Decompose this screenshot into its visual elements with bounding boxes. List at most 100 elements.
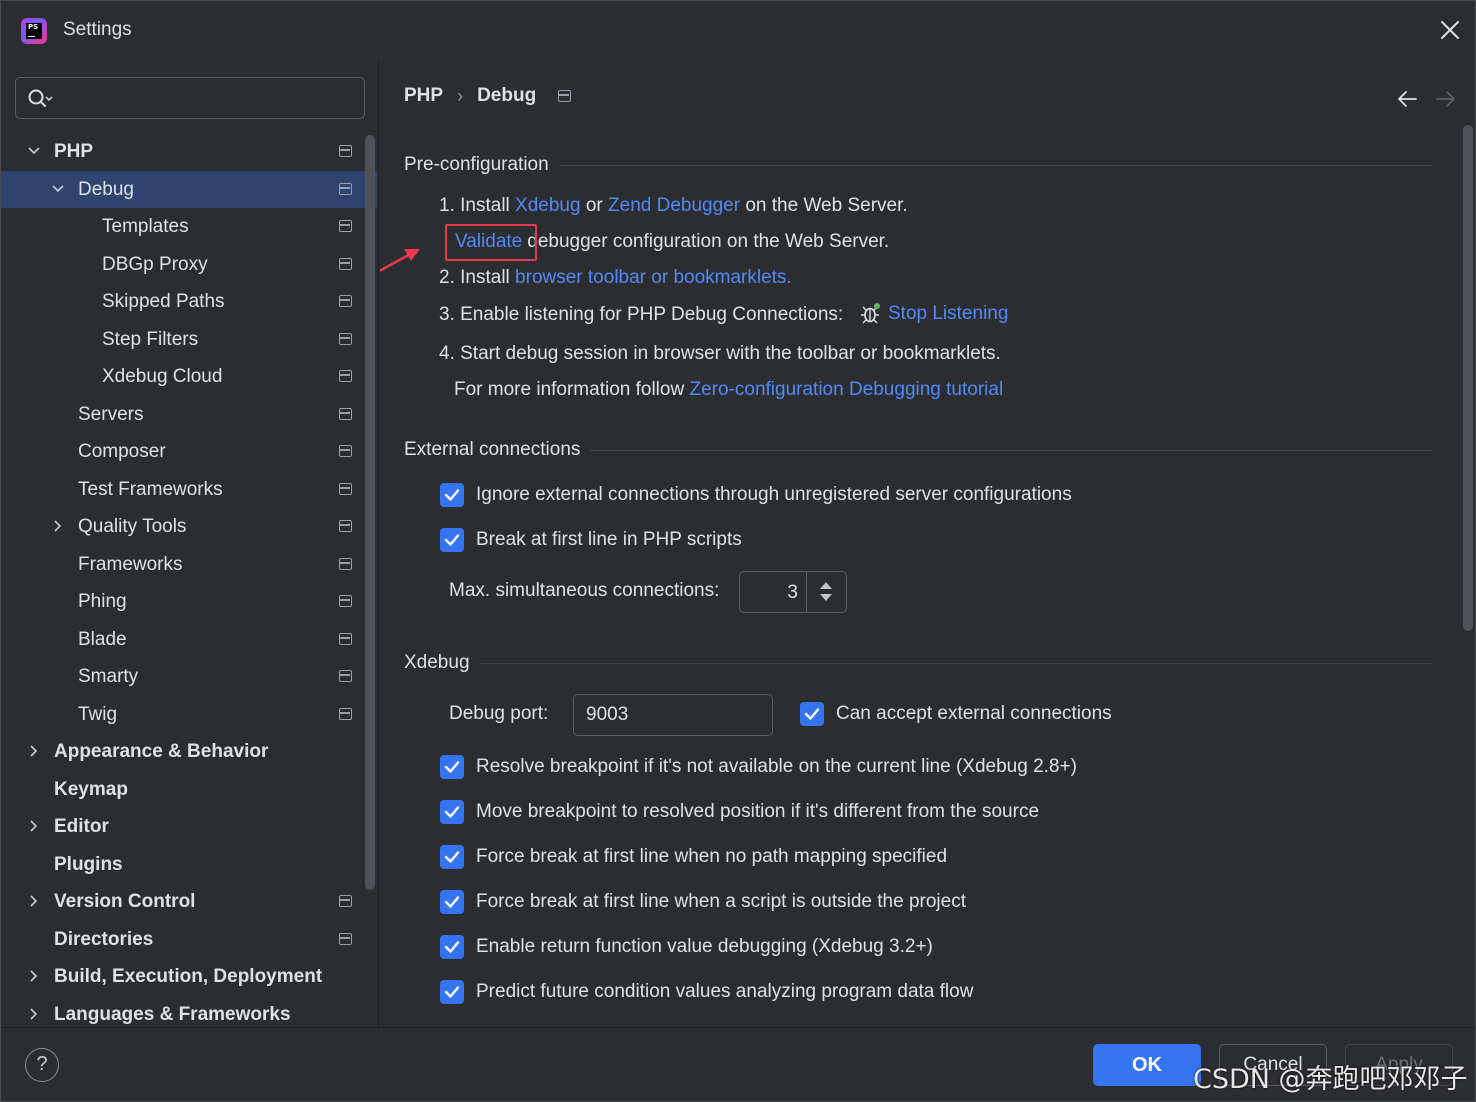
xdebug-option-checkbox[interactable]: Move breakpoint to resolved position if …	[440, 800, 1039, 824]
sidebar-item[interactable]: Phing	[1, 583, 377, 620]
sidebar-item[interactable]: Composer	[1, 433, 377, 470]
checkbox-checked-icon[interactable]	[440, 980, 464, 1004]
sidebar-item[interactable]: Step Filters	[1, 321, 377, 358]
back-arrow-icon[interactable]	[1396, 89, 1418, 109]
checkbox-checked-icon[interactable]	[800, 702, 824, 726]
spinner-down-icon[interactable]	[820, 594, 832, 601]
chevron-right-icon[interactable]	[27, 969, 41, 983]
xdebug-title-text: Xdebug	[404, 652, 470, 673]
project-scope-icon	[339, 558, 352, 570]
search-input[interactable]	[62, 84, 352, 112]
xdebug-link[interactable]: Xdebug	[515, 195, 581, 216]
content-scrollbar[interactable]	[1463, 125, 1473, 631]
checkbox-checked-icon[interactable]	[440, 890, 464, 914]
sidebar-item[interactable]: Appearance & Behavior	[1, 733, 377, 770]
debug-settings-panel: PHP › Debug Pre-configuration 1. Install…	[380, 61, 1475, 1027]
checkbox-checked-icon[interactable]	[440, 800, 464, 824]
sidebar-item-label: DBGp Proxy	[102, 254, 208, 275]
chevron-down-icon[interactable]	[51, 182, 65, 196]
debug-port-field[interactable]	[573, 694, 773, 736]
xdebug-option-checkbox[interactable]: Force break at first line when no path m…	[440, 845, 947, 869]
step1-prefix: 1. Install	[439, 195, 510, 216]
project-scope-icon	[339, 445, 352, 457]
sidebar-item[interactable]: Frameworks	[1, 546, 377, 583]
chevron-right-icon[interactable]	[27, 744, 41, 758]
sidebar-item-label: Debug	[78, 179, 134, 200]
stop-listening-link[interactable]: Stop Listening	[888, 303, 1008, 324]
xdebug-option-checkbox[interactable]: Resolve breakpoint if it's not available…	[440, 755, 1077, 779]
debug-port-input[interactable]	[586, 702, 761, 728]
search-icon	[28, 89, 53, 107]
step3-prefix: 3. Enable listening for PHP Debug Connec…	[439, 304, 844, 325]
chevron-right-icon[interactable]	[51, 519, 65, 533]
preconfig-title-text: Pre-configuration	[404, 154, 549, 175]
project-scope-icon	[339, 633, 352, 645]
sidebar-item[interactable]: Test Frameworks	[1, 471, 377, 508]
step1-suffix: on the Web Server.	[745, 195, 908, 216]
xdebug-option-checkbox[interactable]: Enable return function value debugging (…	[440, 935, 933, 959]
sidebar-item[interactable]: DBGp Proxy	[1, 246, 377, 283]
validate-suffix: debugger configuration on the Web Server…	[527, 231, 890, 252]
chevron-right-icon[interactable]	[27, 894, 41, 908]
sidebar-item[interactable]: Keymap	[1, 771, 377, 808]
spinner-up-icon[interactable]	[820, 582, 832, 589]
sidebar-item-label: Test Frameworks	[78, 479, 223, 500]
checkbox-checked-icon[interactable]	[440, 935, 464, 959]
sidebar-item[interactable]: Debug	[1, 171, 377, 208]
ignore-external-label: Ignore external connections through unre…	[476, 484, 1072, 505]
ok-button[interactable]: OK	[1093, 1044, 1201, 1086]
break-first-line-checkbox[interactable]: Break at first line in PHP scripts	[440, 528, 742, 552]
sidebar-item[interactable]: Version Control	[1, 883, 377, 920]
sidebar-item-label: Plugins	[54, 854, 123, 875]
chevron-down-icon[interactable]	[27, 144, 41, 158]
xdebug-option-checkbox[interactable]: Predict future condition values analyzin…	[440, 980, 973, 1004]
sidebar-item-label: Composer	[78, 441, 166, 462]
help-button[interactable]: ?	[25, 1048, 59, 1082]
sidebar-item[interactable]: Skipped Paths	[1, 283, 377, 320]
close-icon[interactable]	[1437, 17, 1463, 43]
sidebar-item[interactable]: Build, Execution, Deployment	[1, 958, 377, 995]
sidebar-item[interactable]: Editor	[1, 808, 377, 845]
project-scope-icon	[339, 670, 352, 682]
step3-text: 3. Enable listening for PHP Debug Connec…	[439, 304, 843, 326]
chevron-right-icon[interactable]	[27, 1007, 41, 1021]
project-scope-icon	[339, 145, 352, 157]
sidebar-item-label: Keymap	[54, 779, 128, 800]
sidebar-item[interactable]: Templates	[1, 208, 377, 245]
xdebug-option-label: Move breakpoint to resolved position if …	[476, 801, 1040, 822]
sidebar-scrollbar[interactable]	[365, 135, 375, 890]
sidebar-item[interactable]: Servers	[1, 396, 377, 433]
checkbox-checked-icon[interactable]	[440, 755, 464, 779]
zero-config-tutorial-link[interactable]: Zero-configuration Debugging tutorial	[689, 379, 1003, 400]
sidebar-item-label: Smarty	[78, 666, 139, 687]
project-scope-icon	[339, 220, 352, 232]
xdebug-option-checkbox[interactable]: Force break at first line when a script …	[440, 890, 966, 914]
debug-listening-icon[interactable]	[858, 302, 882, 326]
checkbox-checked-icon[interactable]	[440, 483, 464, 507]
sidebar-item[interactable]: PHP	[1, 133, 377, 170]
sidebar-item[interactable]: Blade	[1, 621, 377, 658]
ignore-external-checkbox[interactable]: Ignore external connections through unre…	[440, 483, 1072, 507]
title-bar: PS Settings	[1, 1, 1475, 61]
sidebar-item[interactable]: Xdebug Cloud	[1, 358, 377, 395]
break-first-line-label: Break at first line in PHP scripts	[476, 529, 742, 550]
checkbox-checked-icon[interactable]	[440, 845, 464, 869]
sidebar-item[interactable]: Quality Tools	[1, 508, 377, 545]
breadcrumb-separator: ›	[457, 85, 464, 106]
checkbox-checked-icon[interactable]	[440, 528, 464, 552]
sidebar-item[interactable]: Plugins	[1, 846, 377, 883]
max-connections-spinner[interactable]: 3	[739, 571, 847, 613]
breadcrumb-php[interactable]: PHP	[404, 85, 443, 107]
sidebar-item-label: Directories	[54, 929, 154, 950]
zend-debugger-link[interactable]: Zend Debugger	[608, 195, 740, 216]
chevron-right-icon[interactable]	[27, 819, 41, 833]
project-scope-icon	[339, 295, 352, 307]
settings-search[interactable]	[15, 77, 365, 119]
sidebar-item[interactable]: Twig	[1, 696, 377, 733]
accept-external-checkbox[interactable]: Can accept external connections	[800, 702, 1112, 726]
sidebar-item[interactable]: Smarty	[1, 658, 377, 695]
sidebar-item[interactable]: Directories	[1, 921, 377, 958]
browser-toolbar-link[interactable]: browser toolbar or bookmarklets.	[515, 267, 792, 288]
max-connections-value[interactable]: 3	[740, 582, 798, 604]
preconfig-section-title: Pre-configuration	[404, 154, 1432, 176]
